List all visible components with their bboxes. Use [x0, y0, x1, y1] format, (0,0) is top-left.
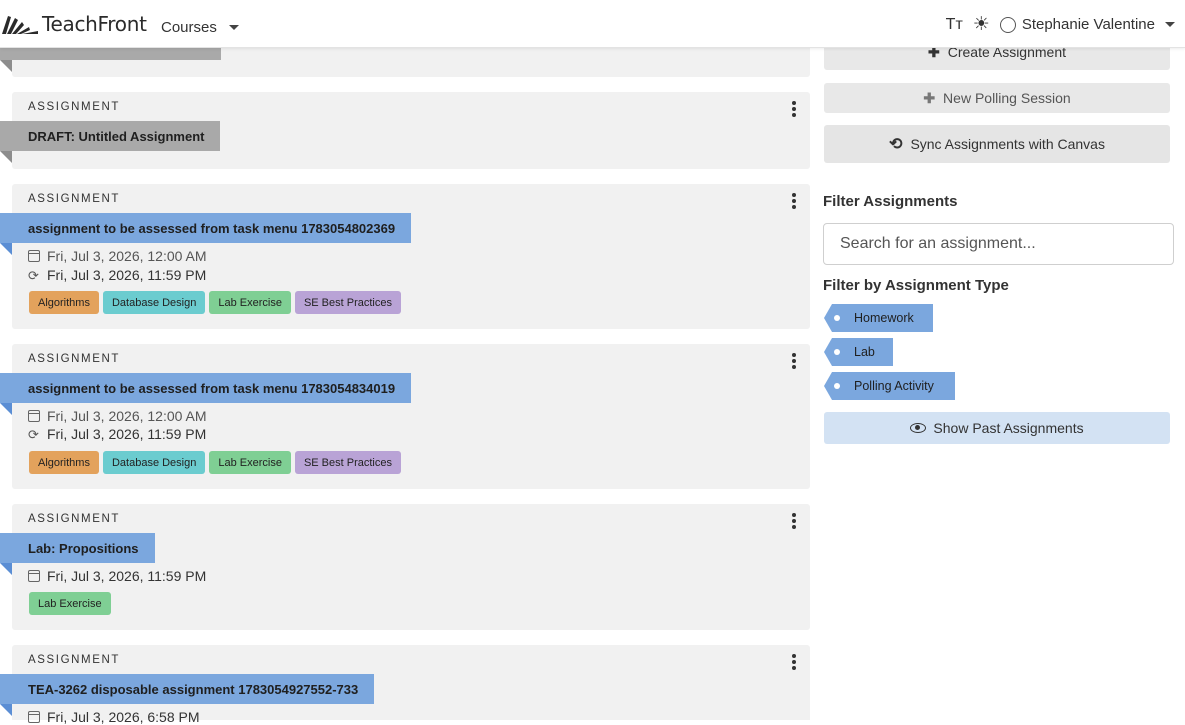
- chevron-down-icon: [228, 25, 239, 30]
- refresh-icon: ⟳: [28, 426, 39, 442]
- brand-name: TeachFront: [42, 12, 147, 36]
- sync-canvas-button[interactable]: ⟲ Sync Assignments with Canvas: [824, 125, 1170, 163]
- due-date: ⟳ Fri, Jul 3, 2026, 11:59 PM: [28, 426, 206, 442]
- courses-dropdown[interactable]: Courses: [161, 19, 239, 36]
- assignment-card[interactable]: ASSIGNMENT assignment to be assessed fro…: [0, 344, 810, 489]
- more-options-icon[interactable]: [792, 654, 796, 672]
- user-avatar-icon[interactable]: [999, 16, 1016, 33]
- courses-label: Courses: [161, 19, 217, 36]
- due-date-text: Fri, Jul 3, 2026, 11:59 PM: [47, 426, 207, 442]
- show-past-label: Show Past Assignments: [933, 420, 1084, 436]
- assignment-title[interactable]: Lab: Propositions: [0, 533, 155, 563]
- ribbon-tail: [0, 403, 12, 415]
- tag-lab-exercise: Lab Exercise: [209, 291, 291, 314]
- search-assignment-input[interactable]: [823, 223, 1174, 265]
- brand-logo[interactable]: TeachFront: [0, 10, 147, 38]
- ribbon-tail: [0, 704, 12, 716]
- tag-lab-exercise: Lab Exercise: [29, 592, 111, 615]
- refresh-icon: ⟳: [28, 267, 39, 283]
- sync-canvas-label: Sync Assignments with Canvas: [910, 136, 1105, 152]
- tag-se-best-practices: SE Best Practices: [294, 451, 401, 474]
- release-date: Fri, Jul 3, 2026, 11:59 PM: [28, 568, 206, 584]
- ribbon-tail: [0, 60, 12, 72]
- tag-database-design: Database Design: [102, 451, 206, 474]
- tag-algorithms: Algorithms: [29, 291, 99, 314]
- show-past-assignments-button[interactable]: Show Past Assignments: [824, 412, 1170, 444]
- tag-se-best-practices: SE Best Practices: [294, 291, 401, 314]
- filter-type-label: Lab: [854, 345, 875, 359]
- eye-icon: [910, 423, 927, 433]
- tag-lab-exercise: Lab Exercise: [209, 451, 291, 474]
- due-date-text: Fri, Jul 3, 2026, 11:59 PM: [47, 267, 207, 283]
- filter-type-lab[interactable]: Lab: [824, 338, 893, 366]
- assignment-kicker: ASSIGNMENT: [28, 101, 121, 113]
- tag-list: Lab Exercise: [29, 592, 115, 615]
- filter-type-polling-activity[interactable]: Polling Activity: [824, 372, 955, 400]
- more-options-icon[interactable]: [792, 193, 796, 211]
- release-date-text: Fri, Jul 3, 2026, 12:00 AM: [47, 408, 207, 424]
- user-name[interactable]: Stephanie Valentine: [1022, 16, 1155, 33]
- tag-algorithms: Algorithms: [29, 451, 99, 474]
- filter-assignments-heading: Filter Assignments: [823, 193, 958, 210]
- release-date-text: Fri, Jul 3, 2026, 6:58 PM: [47, 709, 200, 725]
- top-navbar: TeachFront Courses Tт ☀ Stephanie Valent…: [0, 0, 1185, 48]
- ribbon-tail: [0, 151, 12, 163]
- calendar-icon: [28, 410, 40, 422]
- release-date: Fri, Jul 3, 2026, 12:00 AM: [28, 408, 207, 424]
- calendar-icon: [28, 711, 40, 723]
- assignment-title[interactable]: assignment to be assessed from task menu…: [0, 213, 412, 243]
- tag-list: Algorithms Database Design Lab Exercise …: [29, 291, 405, 314]
- assignment-title[interactable]: assignment to be assessed from task menu…: [0, 373, 412, 403]
- theme-toggle-icon[interactable]: ☀: [973, 13, 990, 36]
- filter-dot-icon: [834, 383, 840, 389]
- assignment-kicker: ASSIGNMENT: [28, 193, 121, 205]
- filter-dot-icon: [834, 349, 840, 355]
- calendar-icon: [28, 250, 40, 262]
- filter-type-heading: Filter by Assignment Type: [823, 277, 1009, 294]
- more-options-icon[interactable]: [792, 101, 796, 119]
- release-date: Fri, Jul 3, 2026, 6:58 PM: [28, 709, 200, 725]
- assignment-card[interactable]: ASSIGNMENT assignment to be assessed fro…: [0, 184, 810, 329]
- more-options-icon[interactable]: [792, 513, 796, 531]
- more-options-icon[interactable]: [792, 353, 796, 371]
- ribbon-tail: [0, 243, 12, 255]
- due-date: ⟳ Fri, Jul 3, 2026, 11:59 PM: [28, 267, 206, 283]
- filter-type-homework[interactable]: Homework: [824, 304, 933, 332]
- filter-type-label: Polling Activity: [854, 379, 934, 393]
- assignment-title[interactable]: DRAFT: Untitled Assignment: [0, 121, 221, 151]
- tag-list: Algorithms Database Design Lab Exercise …: [29, 451, 405, 474]
- user-menu-chevron-icon[interactable]: [1165, 22, 1175, 27]
- assignment-title[interactable]: TEA-3262 disposable assignment 178305492…: [0, 674, 375, 704]
- sync-icon: ⟲: [889, 136, 903, 153]
- assignment-kicker: ASSIGNMENT: [28, 513, 121, 525]
- ribbon-tail: [0, 563, 12, 575]
- header-tools: Tт ☀ Stephanie Valentine: [946, 13, 1175, 36]
- new-polling-session-button[interactable]: ✚ New Polling Session: [824, 83, 1170, 113]
- release-date: Fri, Jul 3, 2026, 12:00 AM: [28, 248, 207, 264]
- assignment-kicker: ASSIGNMENT: [28, 654, 121, 666]
- assignment-card[interactable]: ASSIGNMENT Lab: Propositions Fri, Jul 3,…: [0, 504, 810, 630]
- assignment-card[interactable]: ASSIGNMENT TEA-3262 disposable assignmen…: [0, 645, 810, 725]
- filter-dot-icon: [834, 315, 840, 321]
- new-polling-session-label: New Polling Session: [943, 90, 1071, 106]
- assignment-kicker: ASSIGNMENT: [28, 353, 121, 365]
- plus-icon: ✚: [923, 89, 936, 106]
- filter-type-label: Homework: [854, 311, 914, 325]
- teachfront-logo-icon: [2, 16, 38, 34]
- release-date-text: Fri, Jul 3, 2026, 11:59 PM: [47, 568, 207, 584]
- assignment-card[interactable]: ASSIGNMENT DRAFT: Untitled Assignment: [0, 92, 810, 169]
- text-size-icon[interactable]: Tт: [946, 16, 963, 34]
- tag-database-design: Database Design: [102, 291, 206, 314]
- calendar-icon: [28, 570, 40, 582]
- release-date-text: Fri, Jul 3, 2026, 12:00 AM: [47, 248, 207, 264]
